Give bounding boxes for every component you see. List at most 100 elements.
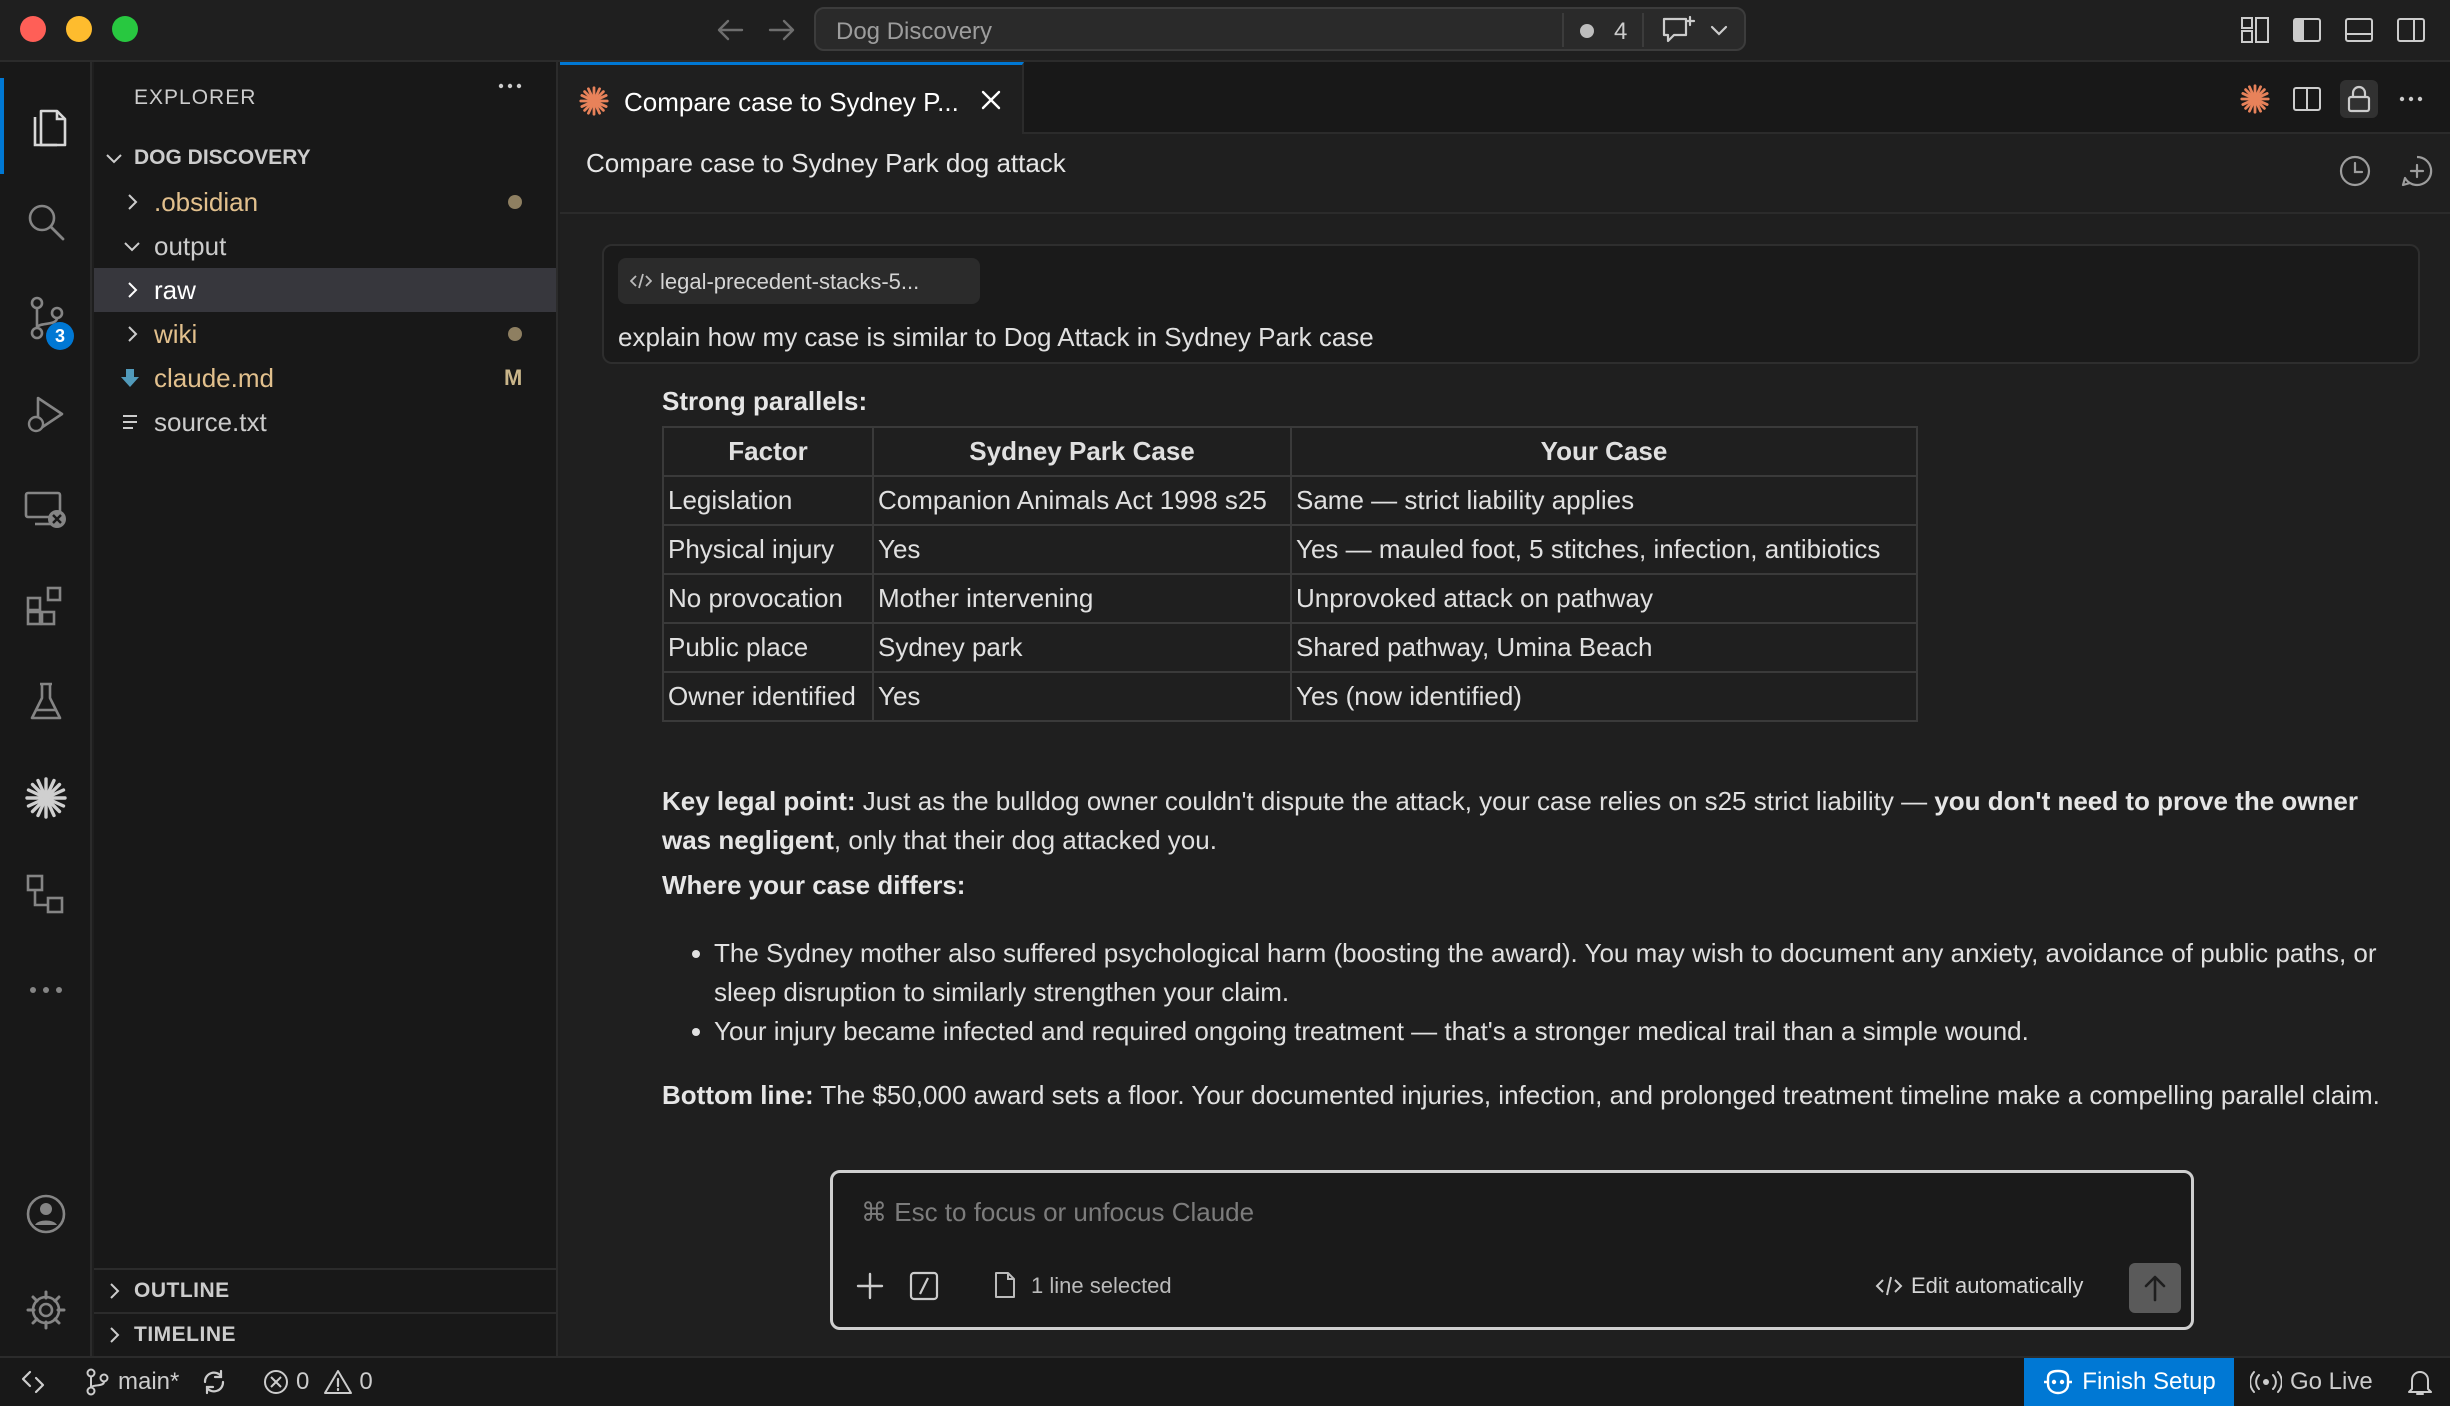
- history-clock-icon[interactable]: [2338, 154, 2372, 188]
- table-row: Legislation Companion Animals Act 1998 s…: [662, 475, 1918, 526]
- go-live-button[interactable]: Go Live: [2250, 1358, 2373, 1406]
- claude-icon[interactable]: [2236, 80, 2274, 118]
- title-bar: Dog Discovery 4: [0, 0, 2450, 62]
- chevron-right-icon: [120, 278, 144, 302]
- status-bar: main* 0 0 Finish Setup Go Live: [0, 1356, 2450, 1406]
- context-file-label: legal-precedent-stacks-5...: [660, 269, 920, 294]
- forward-arrow-icon[interactable]: [764, 12, 800, 48]
- finish-setup-button[interactable]: Finish Setup: [2024, 1358, 2234, 1406]
- outline-label: OUTLINE: [134, 1279, 230, 1302]
- outline-section[interactable]: OUTLINE: [94, 1268, 556, 1312]
- editor-area: Compare case to Sydney P... Compare case…: [560, 62, 2450, 1356]
- split-editor-icon[interactable]: [2288, 80, 2326, 118]
- more-actions-icon[interactable]: [2392, 80, 2430, 118]
- chat-input-box[interactable]: ⌘ Esc to focus or unfocus Claude 1 line …: [830, 1170, 2194, 1330]
- lock-icon[interactable]: [2340, 80, 2378, 118]
- remote-explorer-icon[interactable]: [0, 462, 92, 558]
- table-cell: Unprovoked attack on pathway: [1290, 573, 1918, 624]
- tree-item-obsidian[interactable]: .obsidian: [94, 180, 556, 224]
- chevron-down-icon: [102, 146, 126, 170]
- back-arrow-icon[interactable]: [712, 12, 748, 48]
- workspace-root[interactable]: DOG DISCOVERY: [94, 136, 556, 180]
- chat-input-placeholder[interactable]: ⌘ Esc to focus or unfocus Claude: [861, 1197, 1254, 1228]
- code-icon: [1875, 1275, 1903, 1297]
- chat-title: Compare case to Sydney Park dog attack: [586, 148, 1066, 178]
- table-cell: Owner identified: [662, 671, 874, 722]
- modified-dot-icon: [508, 195, 522, 209]
- problems-status[interactable]: 0 0: [262, 1358, 373, 1406]
- table-cell: Companion Animals Act 1998 s25: [872, 475, 1292, 526]
- tree-item-source-txt[interactable]: source.txt: [94, 400, 556, 444]
- window-title: Dog Discovery: [836, 18, 993, 45]
- table-cell: Yes: [872, 671, 1292, 722]
- user-prompt-message: legal-precedent-stacks-5... explain how …: [602, 244, 2420, 364]
- tree-item-raw[interactable]: raw: [94, 268, 556, 312]
- settings-gear-icon[interactable]: [0, 1262, 92, 1358]
- tree-item-claude-md[interactable]: claude.md M: [94, 356, 556, 400]
- toggle-primary-sidebar-icon[interactable]: [2290, 13, 2324, 47]
- customize-layout-icon[interactable]: [2238, 13, 2272, 47]
- divider: [1562, 13, 1564, 47]
- source-control-badge: 3: [46, 322, 74, 350]
- table-cell: Yes (now identified): [1290, 671, 1918, 722]
- testing-flask-icon[interactable]: [0, 654, 92, 750]
- run-debug-icon[interactable]: [0, 366, 92, 462]
- chevron-right-icon: [102, 1323, 126, 1347]
- table-row: Physical injury Yes Yes — mauled foot, 5…: [662, 524, 1918, 575]
- tab-claude-chat[interactable]: Compare case to Sydney P...: [560, 62, 1024, 134]
- notification-count[interactable]: 4: [1614, 18, 1627, 46]
- sync-icon[interactable]: [200, 1358, 228, 1406]
- tab-label: Compare case to Sydney P...: [624, 87, 959, 117]
- new-chat-icon[interactable]: [2400, 154, 2434, 188]
- source-control-icon[interactable]: 3: [0, 270, 92, 366]
- close-window-button[interactable]: [20, 16, 46, 42]
- markdown-download-icon: [118, 366, 142, 390]
- explorer-header: EXPLORER: [134, 86, 257, 109]
- send-button[interactable]: [2129, 1263, 2181, 1313]
- search-icon[interactable]: [0, 174, 92, 270]
- finish-setup-label: Finish Setup: [2082, 1368, 2216, 1395]
- minimize-window-button[interactable]: [66, 16, 92, 42]
- close-icon[interactable]: [978, 87, 1004, 113]
- error-count: 0: [296, 1368, 310, 1395]
- tree-item-label: claude.md: [154, 362, 274, 393]
- differs-heading: Where your case differs:: [662, 870, 966, 900]
- accounts-icon[interactable]: [0, 1166, 92, 1262]
- key-point-text: , only that their dog attacked you.: [833, 825, 1217, 855]
- more-actions-icon[interactable]: [498, 82, 522, 90]
- remote-indicator-icon[interactable]: [20, 1358, 46, 1406]
- broadcast-icon: [2250, 1371, 2282, 1393]
- timeline-label: TIMELINE: [134, 1323, 236, 1346]
- key-point-label: Key legal point:: [662, 786, 856, 816]
- table-cell: Yes: [872, 524, 1292, 575]
- chat-icon[interactable]: [1660, 15, 1696, 45]
- warning-icon: [324, 1370, 353, 1394]
- more-ellipsis-icon[interactable]: [0, 942, 92, 1038]
- notifications-bell-icon[interactable]: [2406, 1358, 2434, 1406]
- maximize-window-button[interactable]: [112, 16, 138, 42]
- list-item: Your injury became infected and required…: [662, 1012, 2382, 1051]
- extensions-icon[interactable]: [0, 558, 92, 654]
- table-cell: Legislation: [662, 475, 874, 526]
- key-point-text: Just as the bulldog owner couldn't dispu…: [855, 786, 1935, 816]
- slash-command-icon[interactable]: [909, 1271, 939, 1301]
- add-plus-icon[interactable]: [855, 1271, 885, 1301]
- context-file-chip[interactable]: legal-precedent-stacks-5...: [618, 258, 980, 304]
- timeline-section[interactable]: TIMELINE: [94, 1312, 556, 1356]
- tree-item-output[interactable]: output: [94, 224, 556, 268]
- arrow-up-icon: [2144, 1275, 2166, 1302]
- toggle-panel-icon[interactable]: [2342, 13, 2376, 47]
- comparison-table: Factor Sydney Park Case Your Case Legisl…: [662, 426, 1918, 722]
- edit-mode-toggle[interactable]: Edit automatically: [1911, 1273, 2083, 1299]
- diagram-icon[interactable]: [0, 846, 92, 942]
- selection-indicator[interactable]: 1 line selected: [1031, 1273, 1172, 1299]
- tree-item-wiki[interactable]: wiki: [94, 312, 556, 356]
- toggle-secondary-sidebar-icon[interactable]: [2394, 13, 2428, 47]
- table-row: Owner identified Yes Yes (now identified…: [662, 671, 1918, 722]
- git-branch-status[interactable]: main*: [84, 1358, 179, 1406]
- explorer-icon[interactable]: [0, 78, 92, 174]
- chevron-down-icon[interactable]: [1708, 19, 1730, 41]
- command-center[interactable]: Dog Discovery 4: [814, 7, 1746, 51]
- error-icon: [264, 1370, 288, 1394]
- claude-icon[interactable]: [0, 750, 92, 846]
